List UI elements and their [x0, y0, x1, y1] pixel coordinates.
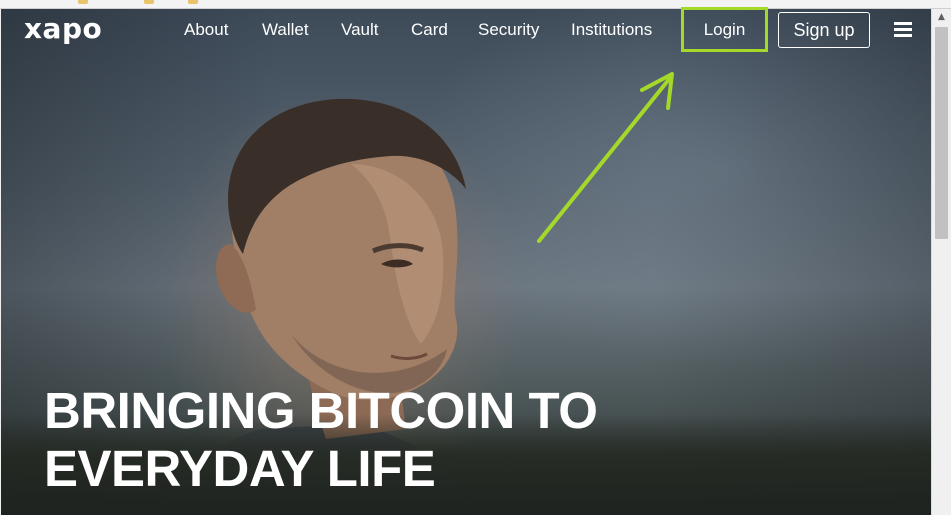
scroll-up-arrow-icon[interactable]: ▲: [932, 9, 951, 25]
nav-about[interactable]: About: [184, 20, 228, 40]
nav-institutions[interactable]: Institutions: [571, 20, 652, 40]
bookmark-icon[interactable]: [188, 0, 198, 4]
signup-button[interactable]: Sign up: [778, 12, 870, 48]
nav-card[interactable]: Card: [411, 20, 448, 40]
hamburger-menu-icon[interactable]: [894, 22, 912, 38]
nav-wallet[interactable]: Wallet: [262, 20, 309, 40]
nav-vault[interactable]: Vault: [341, 20, 379, 40]
hero-title-line1: BRINGING BITCOIN TO: [44, 382, 598, 439]
nav-security[interactable]: Security: [478, 20, 539, 40]
browser-chrome-strip: [0, 0, 951, 9]
hero-title-line2: EVERYDAY LIFE: [44, 440, 436, 497]
xapo-logo[interactable]: xapo: [24, 12, 102, 45]
annotation-arrow-icon: [537, 72, 674, 243]
bookmark-icon[interactable]: [144, 0, 154, 4]
scroll-thumb[interactable]: [935, 27, 948, 239]
bookmark-icon[interactable]: [78, 0, 88, 4]
login-link[interactable]: Login: [681, 7, 768, 52]
vertical-scrollbar[interactable]: ▲: [931, 9, 951, 515]
hero-title: BRINGING BITCOIN TO EVERYDAY LIFE: [44, 382, 744, 498]
